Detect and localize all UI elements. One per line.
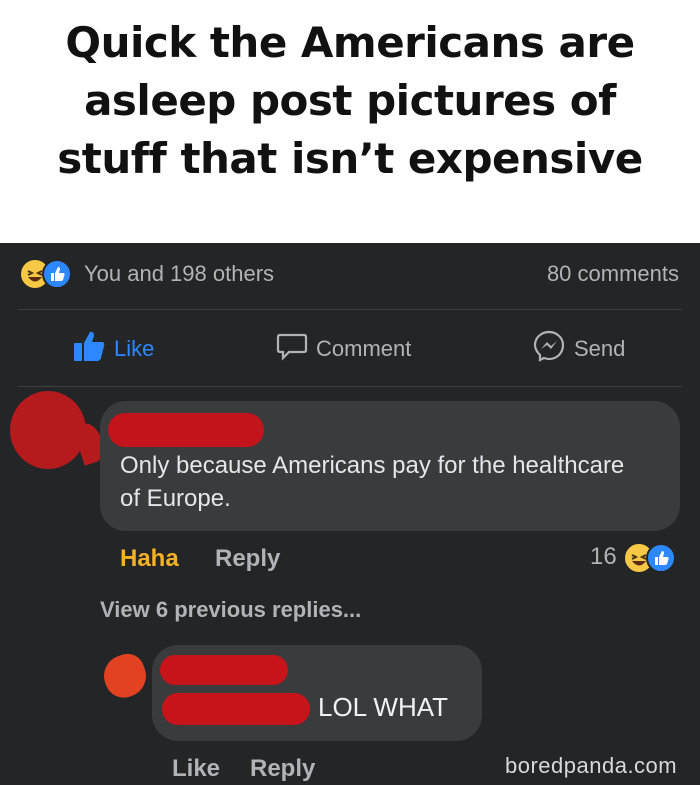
comment-label: Comment [316,336,412,361]
redacted-commenter-name-1 [108,413,264,447]
like-button-2[interactable]: Like [172,755,220,783]
facebook-post-panel: You and 198 others 80 comments Like Comm… [0,243,700,785]
redacted-comment-part [162,693,310,725]
reactions-summary[interactable]: You and 198 others [84,261,274,287]
like-reaction-icon [42,259,72,289]
caption-line-1: Quick the Americans are [65,18,635,67]
commenter-avatar-2[interactable] [98,649,152,703]
comment-bubble-2: LOL WHAT [152,645,482,741]
reply-button-1[interactable]: Reply [215,545,280,573]
redacted-commenter-name-2 [160,655,288,685]
divider-top [18,309,682,310]
comment-bubble-1: Only because Americans pay for the healt… [100,401,680,531]
comment-text-2: LOL WHAT [318,692,449,722]
reaction-icons[interactable] [20,259,76,289]
like-reaction-icon [646,543,676,573]
send-label: Send [574,336,626,361]
messenger-icon [532,329,566,369]
watermark: boredpanda.com [505,753,678,778]
meme-caption: Quick the Americans are asleep post pict… [0,0,700,243]
haha-reaction-button[interactable]: Haha [120,545,179,573]
reply-button-2[interactable]: Reply [250,755,315,783]
comment-button[interactable]: Comment [276,331,411,367]
caption-line-3: stuff that isn’t expensive [57,134,643,183]
caption-line-2: asleep post pictures of [84,76,616,125]
view-previous-replies[interactable]: View 6 previous replies... [100,597,361,623]
divider-bottom [18,386,682,387]
caption-text: Quick the Americans are asleep post pict… [0,14,700,188]
thumbs-up-icon [72,329,106,369]
comment-reactions-1[interactable]: 16 [588,541,688,573]
comment-text-1: Only because Americans pay for the healt… [120,452,625,512]
send-button[interactable]: Send [532,329,626,369]
reaction-count-1: 16 [590,543,617,570]
like-label: Like [114,336,155,361]
comment-icon [276,330,308,368]
like-button[interactable]: Like [72,331,154,367]
comments-count[interactable]: 80 comments [547,261,679,287]
